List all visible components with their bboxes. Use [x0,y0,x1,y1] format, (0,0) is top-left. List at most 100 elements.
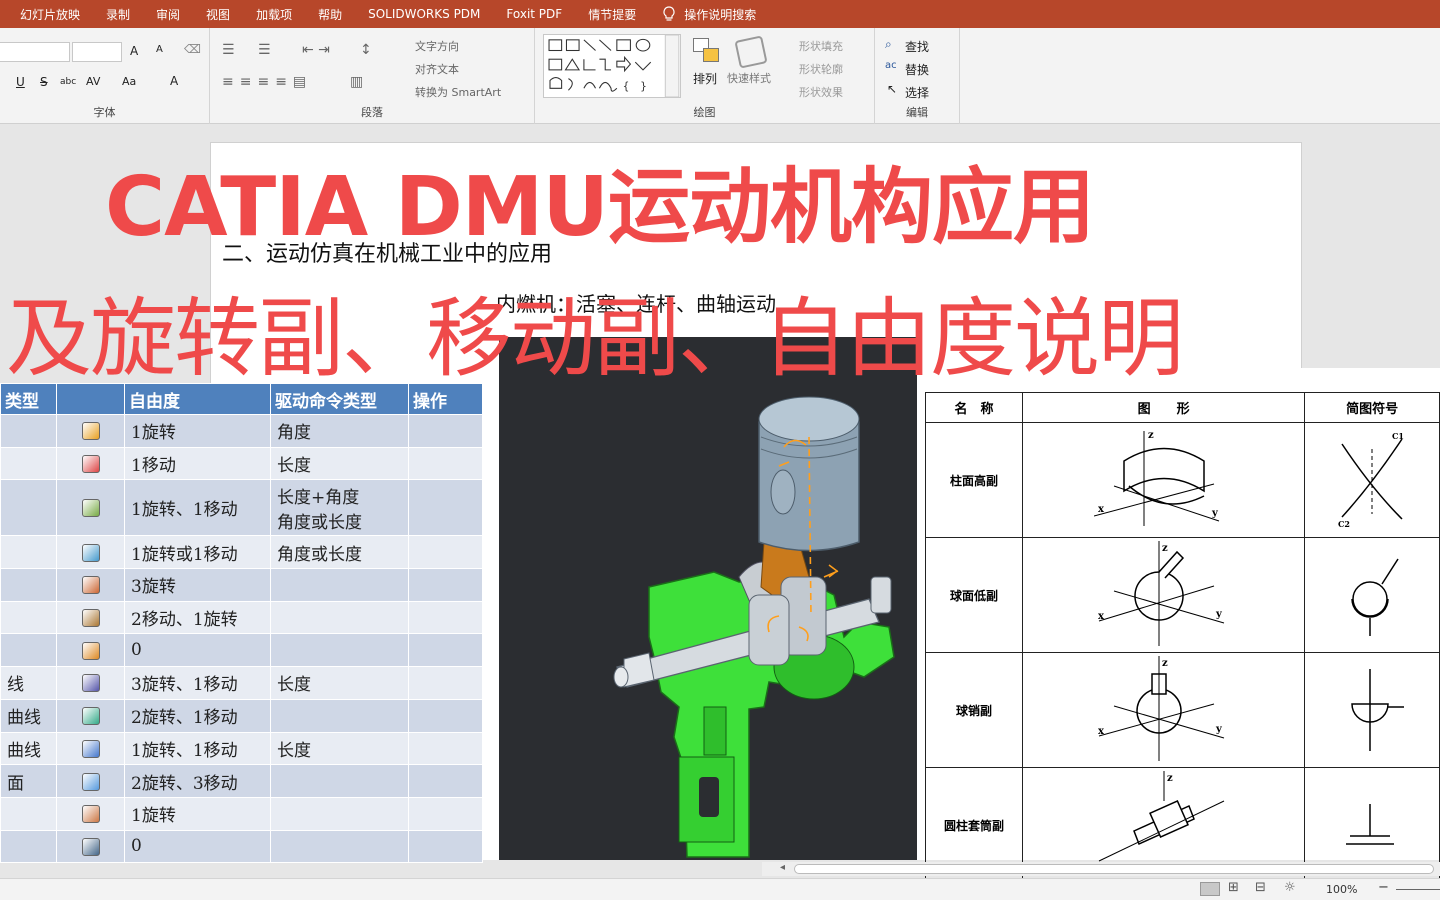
tell-me-search[interactable]: 操作说明搜索 [662,6,756,23]
joint-action-cell[interactable] [408,535,483,570]
shape-outline-button[interactable]: 形状轮廓 [799,61,843,77]
tab-review[interactable]: 审阅 [156,6,180,23]
underline-button[interactable]: U [16,75,25,89]
font-name-box[interactable] [0,42,70,62]
find-button[interactable]: 查找 [905,38,929,55]
scroll-left-icon[interactable]: ◂ [780,862,785,873]
quick-styles-button[interactable]: 快速样式 [727,70,771,86]
joint-type-cell: 面 [0,764,57,798]
zoom-out-button[interactable]: − [1378,880,1389,895]
align-text-button[interactable]: 对齐文本 [415,61,459,77]
joint-dof-cell: 1旋转、1移动 [124,731,271,766]
kinematics-3d-viewport[interactable] [499,337,917,860]
status-bar: ⊞ ⊟ ☼ 100% − [0,878,1440,900]
replace-icon: ac [885,60,897,71]
axis-x-label: x [1098,611,1105,622]
joint-action-cell[interactable] [408,446,483,481]
joint-row: 线 3旋转、1移动 长度 [0,666,483,700]
text-direction-button[interactable]: 文字方向 [415,38,459,54]
spherical-lower-pair-figure: z x y [1022,537,1306,653]
tab-slideshow[interactable]: 幻灯片放映 [20,6,80,23]
change-case-button[interactable]: Aa [122,75,136,88]
font-group-label: 字体 [93,106,116,119]
joint-type-cell [0,633,57,668]
replace-button[interactable]: 替换 [905,61,929,78]
tab-view[interactable]: 视图 [206,6,230,23]
horizontal-scrollbar[interactable]: ◂ [762,862,1440,876]
clear-format-icon[interactable]: ⌫ [184,42,201,56]
joint-action-cell[interactable] [408,633,483,668]
joint-action-cell[interactable] [408,600,483,635]
shadow-abc-button[interactable]: abc [60,77,76,87]
joint-action-cell[interactable] [408,731,483,766]
joint-dof-cell: 1旋转、1移动 [124,479,271,537]
reading-view-icon[interactable]: ⊟ [1255,880,1266,895]
joint-type-cell [0,829,57,864]
axis-z-label: z [1148,430,1154,441]
roll-curve-joint-icon [81,739,100,758]
numbering-icon[interactable]: ☰ [258,42,271,58]
paragraph-group-label: 段落 [361,106,383,119]
joint-drive-cell [270,633,409,668]
joint-icon-cell [56,479,125,537]
bullets-icon[interactable]: ☰ [222,42,235,58]
select-button[interactable]: 选择 [905,84,929,101]
tab-foxit-pdf[interactable]: Foxit PDF [506,7,562,21]
joint-action-cell[interactable] [408,414,483,448]
indent-icons[interactable]: ⇤ ⇥ [302,42,330,58]
char-spacing-button[interactable]: AV [86,75,100,88]
scroll-thumb[interactable] [794,864,1434,874]
font-size-down-button[interactable]: A [156,44,163,55]
joint-type-cell [0,414,57,448]
slide-sorter-icon[interactable]: ⊞ [1228,880,1239,895]
strikethrough-button[interactable]: S [40,75,48,89]
joint-row: 2移动、1旋转 [0,600,483,635]
cylindrical-higher-pair-figure: z x y [1022,422,1306,538]
joint-action-cell[interactable] [408,698,483,733]
zoom-level[interactable]: 100% [1326,883,1357,896]
editing-group: ⌕ 查找 ac 替换 ↖ 选择 编辑 [875,28,960,124]
tab-solidworks-pdm[interactable]: SOLIDWORKS PDM [368,7,480,21]
joint-action-cell[interactable] [408,829,483,864]
columns-icon[interactable]: ▥ [350,74,363,90]
joint-row: 1旋转 [0,796,483,831]
joint-row: 0 [0,633,483,668]
slideshow-icon[interactable]: ☼ [1284,880,1296,895]
joint-action-cell[interactable] [408,666,483,700]
joint-row: 1移动 长度 [0,446,483,481]
font-group: A A ⌫ U S abc AV Aa A 字体 [0,28,210,124]
joint-drive-cell [270,764,409,798]
arrange-button[interactable]: 排列 [693,70,717,87]
find-icon: ⌕ [885,37,892,51]
joint-icon-cell [56,764,125,798]
tab-record[interactable]: 录制 [106,6,130,23]
joint-dof-cell: 2旋转、1移动 [124,698,271,733]
tab-help[interactable]: 帮助 [318,6,342,23]
overlay-title-line2: 及旋转副、移动副、自由度说明 [6,289,1184,389]
font-size-up-button[interactable]: A [130,44,138,58]
joint-action-cell[interactable] [408,568,483,602]
convert-smartart-button[interactable]: 转换为 SmartArt [415,84,501,100]
tab-addins[interactable]: 加载项 [256,6,292,23]
universal-joint-icon [81,805,100,824]
shape-effects-button[interactable]: 形状效果 [799,84,843,100]
shapes-gallery[interactable]: {} [543,34,681,98]
joint-action-cell[interactable] [408,796,483,831]
font-size-box[interactable] [72,42,122,62]
joint-icon-cell [56,414,125,448]
font-color-button[interactable]: A [170,74,178,88]
quick-styles-icon[interactable] [734,35,768,69]
line-spacing-icon[interactable]: ↕ [360,42,372,58]
paragraph-group: ☰ ☰ ⇤ ⇥ ↕ ≡≡≡≡▤ ▥ 文字方向 对齐文本 转换为 SmartArt… [210,28,535,124]
normal-view-icon[interactable] [1200,882,1220,896]
align-icons[interactable]: ≡≡≡≡▤ [222,74,312,90]
joint-row: 0 [0,829,483,864]
symbol-c2-label: C2 [1338,519,1350,529]
shape-fill-button[interactable]: 形状填充 [799,38,843,54]
joint-action-cell[interactable] [408,479,483,537]
zoom-slider[interactable] [1396,889,1440,890]
joint-drive-cell [270,568,409,602]
tab-storyboard[interactable]: 情节提要 [588,6,636,23]
arrange-icon[interactable] [693,38,721,64]
joint-action-cell[interactable] [408,764,483,798]
